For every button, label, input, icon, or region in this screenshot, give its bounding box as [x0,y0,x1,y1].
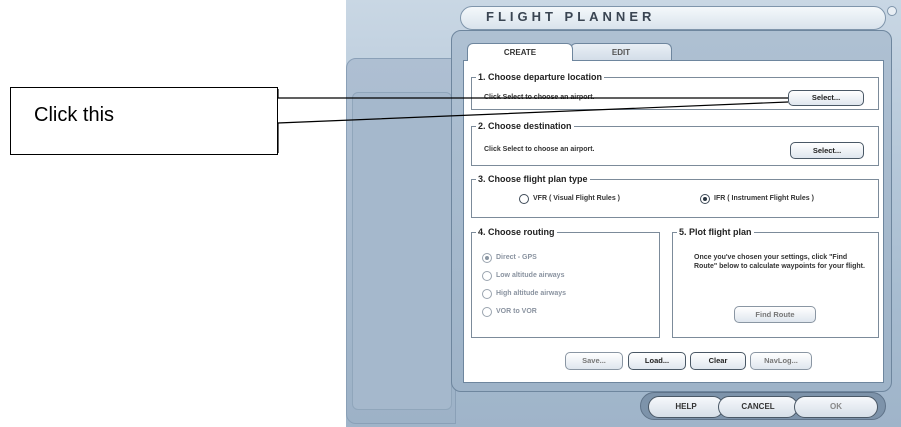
callout-text: Click this [34,104,115,126]
routing-low-radio[interactable] [482,271,492,281]
plot-legend: 5. Plot flight plan [679,227,752,237]
routing-high-label: High altitude airways [496,290,567,297]
save-button[interactable]: Save... [565,352,623,370]
vfr-label: VFR ( Visual Flight Rules ) [533,195,620,202]
navlog-button[interactable]: NavLog... [750,352,812,370]
ifr-radio[interactable] [700,194,710,204]
routing-vor-radio[interactable] [482,307,492,317]
departure-select-button[interactable]: Select... [788,90,864,106]
plot-instructions: Once you've chosen your settings, click … [694,254,865,270]
routing-legend: 4. Choose routing [478,227,555,237]
tab-edit[interactable]: EDIT [570,43,672,60]
routing-section: 4. Choose routing [471,227,660,338]
find-route-button[interactable]: Find Route [734,306,816,323]
background-side-panel-inner [352,92,452,410]
flight-type-legend: 3. Choose flight plan type [478,174,588,184]
vfr-radio[interactable] [519,194,529,204]
ifr-label: IFR ( Instrument Flight Rules ) [714,195,814,202]
clear-button[interactable]: Clear [690,352,746,370]
routing-direct-label: Direct - GPS [496,254,537,261]
destination-hint: Click Select to choose an airport. [484,146,595,153]
departure-hint: Click Select to choose an airport. [484,94,595,101]
routing-direct-radio[interactable] [482,253,492,263]
close-icon[interactable] [887,6,897,16]
routing-high-radio[interactable] [482,289,492,299]
cancel-button[interactable]: CANCEL [718,396,798,418]
help-button[interactable]: HELP [648,396,724,418]
ok-button[interactable]: OK [794,396,878,418]
routing-low-label: Low altitude airways [496,272,565,279]
departure-legend: 1. Choose departure location [478,72,603,82]
routing-vor-label: VOR to VOR [496,308,537,315]
tab-create[interactable]: CREATE [467,43,573,61]
load-button[interactable]: Load... [628,352,686,370]
destination-select-button[interactable]: Select... [790,142,864,159]
window-title: FLIGHT PLANNER [486,9,656,24]
destination-legend: 2. Choose destination [478,121,572,131]
